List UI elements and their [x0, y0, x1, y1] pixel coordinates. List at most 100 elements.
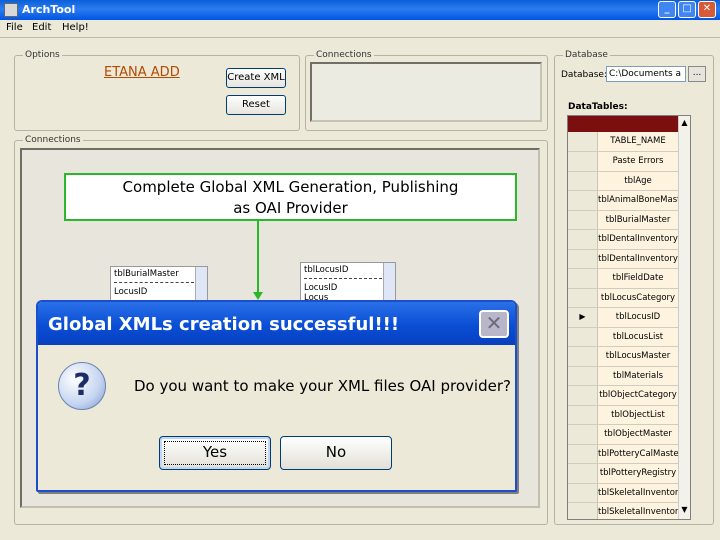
grid-column-header[interactable]: TABLE_NAME	[568, 132, 690, 152]
table-name-cell: tblSkeletalInventor	[598, 483, 678, 502]
table-name-cell: tblFieldDate	[598, 269, 678, 288]
table-box-title: tblLocusID	[304, 265, 349, 275]
scroll-up-icon[interactable]: ▲	[679, 118, 690, 128]
menu-file[interactable]: File	[6, 22, 23, 33]
menu-help[interactable]: Help!	[62, 22, 89, 33]
table-name-cell: tblAge	[598, 171, 678, 190]
table-name-cell: tblObjectList	[598, 405, 678, 424]
table-row[interactable]: tblLocusList	[568, 327, 690, 347]
row-selector[interactable]	[568, 171, 598, 190]
database-field-label: Database:	[561, 70, 607, 80]
row-selector[interactable]	[568, 210, 598, 229]
table-row[interactable]: tblPotteryCalMaste	[568, 444, 690, 464]
dialog-close-button[interactable]: ✕	[479, 310, 509, 338]
etana-add-link[interactable]: ETANA ADD	[104, 65, 180, 80]
table-row[interactable]: tblFieldDate	[568, 269, 690, 289]
table-row[interactable]: tblDentalInventory	[568, 249, 690, 269]
table-box-scrollbar[interactable]	[195, 267, 207, 301]
table-row[interactable]: Paste Errors	[568, 152, 690, 172]
close-button[interactable]: ✕	[698, 1, 716, 18]
table-name-cell: tblDentalInventory	[598, 230, 678, 249]
minimize-button[interactable]: _	[658, 1, 676, 18]
table-name-cell: tblLocusCategory	[598, 288, 678, 307]
table-box-divider	[114, 282, 194, 283]
table-name-cell: tblPotteryRegistry	[598, 464, 678, 483]
table-box-title: tblBurialMaster	[114, 269, 179, 279]
row-selector[interactable]	[568, 288, 598, 307]
table-row[interactable]: tblObjectMaster	[568, 425, 690, 445]
row-selector[interactable]	[568, 386, 598, 405]
table-box-field: LocusID	[114, 287, 148, 297]
row-selector[interactable]: ▶	[568, 308, 598, 327]
row-selector[interactable]	[568, 464, 598, 483]
table-box-locusid[interactable]: tblLocusID LocusID Locus	[300, 262, 396, 303]
app-icon	[4, 3, 18, 17]
table-row[interactable]: tblObjectCategory	[568, 386, 690, 406]
dialog-title-bar: Global XMLs creation successful!!! ✕	[38, 302, 515, 345]
annotation-arrow-head	[253, 292, 263, 300]
table-box-scrollbar[interactable]	[383, 263, 395, 301]
table-row[interactable]: tblSkeletalInventor	[568, 503, 690, 519]
table-row[interactable]: tblAge	[568, 171, 690, 191]
datatables-grid[interactable]: TABLE_NAME Paste Errors tblAge tblAnimalBon…	[567, 115, 691, 520]
connections-top-label: Connections	[314, 50, 374, 60]
row-selector[interactable]	[568, 191, 598, 210]
table-name-cell: tblPotteryCalMaste	[598, 444, 678, 463]
row-selector[interactable]	[568, 483, 598, 502]
table-row[interactable]: ▶ tblLocusID	[568, 308, 690, 328]
table-box-divider	[304, 278, 382, 279]
table-row[interactable]: tblMaterials	[568, 366, 690, 386]
table-row[interactable]: tblPotteryRegistry	[568, 464, 690, 484]
row-selector[interactable]	[568, 444, 598, 463]
table-row[interactable]: tblObjectList	[568, 405, 690, 425]
table-row[interactable]: tblLocusMaster	[568, 347, 690, 367]
menu-bar: File Edit Help!	[0, 20, 720, 38]
scroll-down-icon[interactable]: ▼	[679, 505, 690, 517]
table-name-cell: tblBurialMaster	[598, 210, 678, 229]
row-selector[interactable]	[568, 405, 598, 424]
row-selector[interactable]	[568, 327, 598, 346]
window-title: ArchTool	[22, 3, 76, 16]
grid-scrollbar[interactable]	[678, 116, 690, 519]
database-path-input[interactable]: C:\Documents a	[606, 66, 686, 82]
dialog-title: Global XMLs creation successful!!!	[48, 314, 400, 335]
table-row[interactable]: tblLocusCategory	[568, 288, 690, 308]
row-selector[interactable]	[568, 132, 598, 151]
table-row[interactable]: tblAnimalBoneMast	[568, 191, 690, 211]
question-icon: ?	[58, 362, 106, 410]
create-xml-button[interactable]: Create XML	[226, 68, 286, 88]
table-name-cell: tblSkeletalInventor	[598, 503, 678, 519]
annotation-callout: Complete Global XML Generation, Publishi…	[64, 173, 517, 221]
table-row[interactable]: tblSkeletalInventor	[568, 483, 690, 503]
annotation-line-1: Complete Global XML Generation, Publishi…	[122, 178, 459, 196]
table-name-cell: tblLocusList	[598, 327, 678, 346]
connections-main-label: Connections	[23, 135, 83, 145]
table-box-burialmaster[interactable]: tblBurialMaster LocusID	[110, 266, 208, 302]
table-box-field: LocusID	[304, 283, 338, 293]
row-selector[interactable]	[568, 347, 598, 366]
table-name-cell: tblLocusMaster	[598, 347, 678, 366]
browse-button[interactable]: ...	[688, 66, 706, 82]
table-name-cell: tblObjectCategory	[598, 386, 678, 405]
reset-button[interactable]: Reset	[226, 95, 286, 115]
row-selector[interactable]	[568, 366, 598, 385]
table-name-cell: tblMaterials	[598, 366, 678, 385]
table-name-cell: tblDentalInventory	[598, 249, 678, 268]
no-button[interactable]: No	[280, 436, 392, 470]
menu-edit[interactable]: Edit	[32, 22, 51, 33]
row-selector[interactable]	[568, 425, 598, 444]
row-selector[interactable]	[568, 152, 598, 171]
table-name-cell: tblLocusID	[598, 308, 678, 327]
no-button-label: No	[325, 443, 347, 461]
row-selector[interactable]	[568, 249, 598, 268]
table-row[interactable]: tblBurialMaster	[568, 210, 690, 230]
row-selector[interactable]	[568, 269, 598, 288]
table-row[interactable]: tblDentalInventory	[568, 230, 690, 250]
annotation-arrow-line	[257, 221, 259, 295]
maximize-button[interactable]: □	[678, 1, 696, 18]
yes-button[interactable]: Yes	[159, 436, 271, 470]
row-selector[interactable]	[568, 230, 598, 249]
annotation-line-2: as OAI Provider	[233, 199, 348, 217]
grid-header-bar	[568, 116, 690, 132]
row-selector[interactable]	[568, 503, 598, 519]
